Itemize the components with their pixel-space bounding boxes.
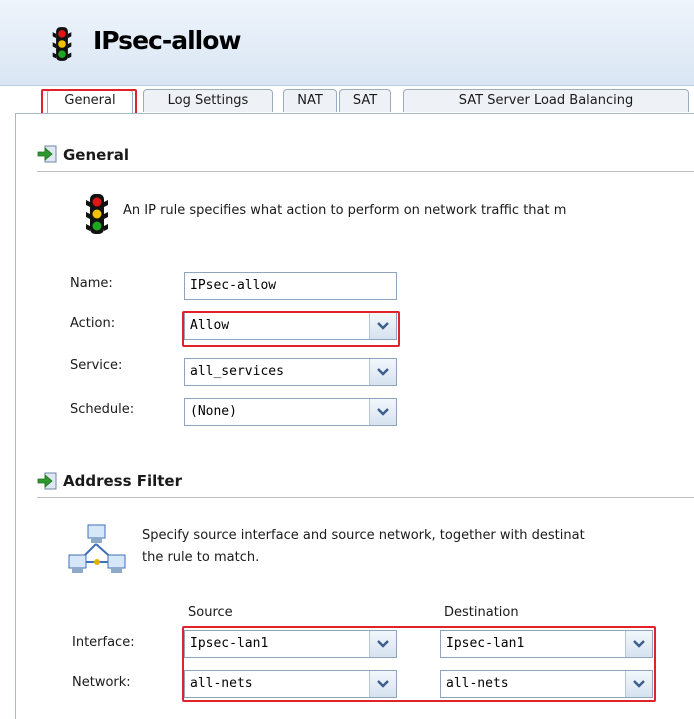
service-select[interactable]: all_services bbox=[184, 358, 397, 386]
highlight-address-filter bbox=[182, 626, 656, 702]
traffic-light-icon bbox=[52, 27, 72, 61]
title-bar: IPsec-allow bbox=[0, 0, 694, 86]
destination-header: Destination bbox=[444, 605, 519, 620]
chevron-down-icon[interactable] bbox=[369, 359, 396, 385]
name-label: Name: bbox=[70, 276, 113, 291]
page-title: IPsec-allow bbox=[93, 26, 241, 55]
section-heading-address-filter: Address Filter bbox=[63, 472, 183, 490]
schedule-label: Schedule: bbox=[70, 402, 135, 417]
section-heading-general: General bbox=[63, 146, 129, 164]
source-header: Source bbox=[188, 605, 233, 620]
name-field[interactable]: IPsec-allow bbox=[184, 272, 397, 300]
highlight-action bbox=[182, 311, 400, 347]
interface-label: Interface: bbox=[72, 635, 135, 650]
tab-sat[interactable]: SAT bbox=[339, 89, 391, 112]
section-arrow-icon bbox=[37, 145, 57, 163]
schedule-select[interactable]: (None) bbox=[184, 398, 397, 426]
chevron-down-icon[interactable] bbox=[369, 399, 396, 425]
network-icon bbox=[68, 524, 126, 573]
general-description: An IP rule specifies what action to perf… bbox=[123, 203, 567, 218]
schedule-value: (None) bbox=[190, 404, 237, 419]
section-divider bbox=[37, 171, 694, 172]
address-filter-description-line2: the rule to match. bbox=[142, 550, 260, 565]
action-label: Action: bbox=[70, 316, 116, 331]
name-value: IPsec-allow bbox=[190, 278, 277, 293]
tab-nat[interactable]: NAT bbox=[283, 89, 337, 112]
section-divider bbox=[37, 497, 694, 498]
address-filter-description: Specify source interface and source netw… bbox=[142, 528, 585, 543]
section-arrow-icon bbox=[37, 472, 57, 490]
service-value: all_services bbox=[190, 364, 284, 379]
tab-log-settings[interactable]: Log Settings bbox=[143, 89, 273, 112]
service-label: Service: bbox=[70, 358, 123, 373]
traffic-light-icon bbox=[86, 194, 108, 234]
network-label: Network: bbox=[72, 675, 131, 690]
tab-sat-server-load-balancing[interactable]: SAT Server Load Balancing bbox=[403, 89, 689, 112]
